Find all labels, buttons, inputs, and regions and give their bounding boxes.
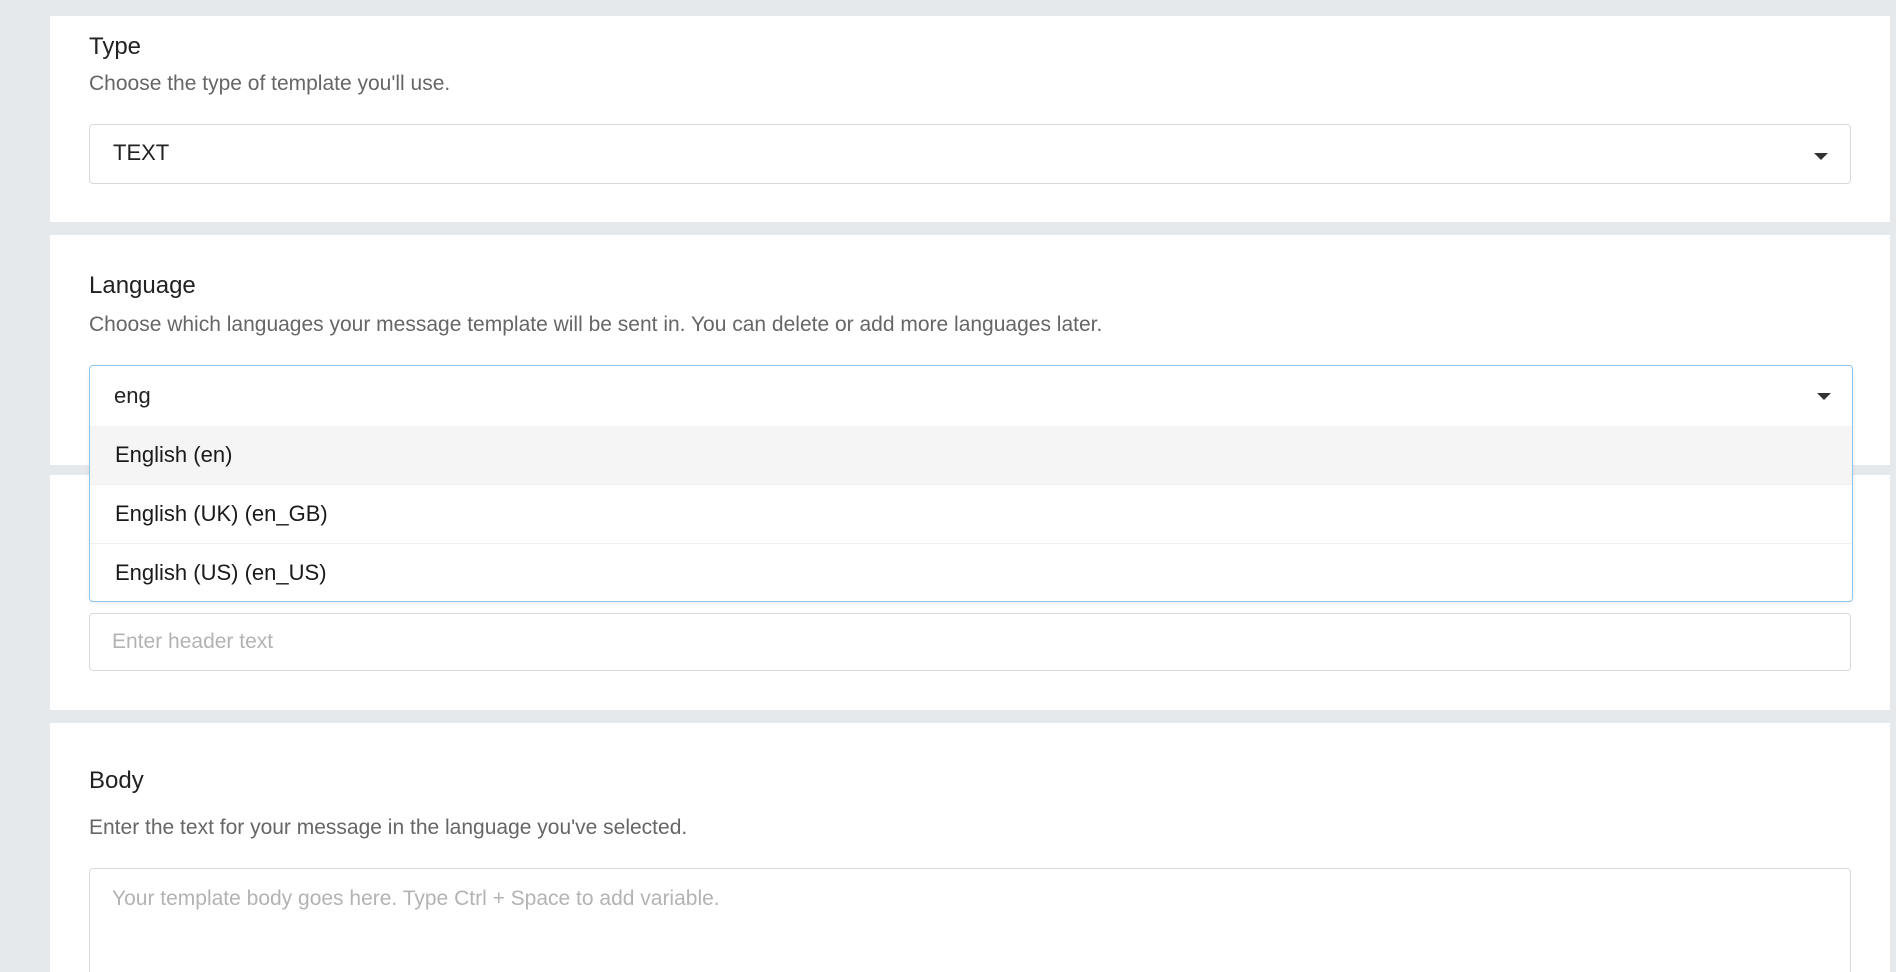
language-option-en[interactable]: English (en) <box>90 426 1852 485</box>
language-description: Choose which languages your message temp… <box>89 313 1103 336</box>
body-description: Enter the text for your message in the l… <box>89 816 688 839</box>
body-title: Body <box>89 767 144 794</box>
caret-down-icon <box>1814 153 1828 160</box>
language-options-list: English (en) English (UK) (en_GB) Englis… <box>90 426 1852 602</box>
template-editor-page: Type Choose the type of template you'll … <box>0 0 1896 972</box>
type-section: Type Choose the type of template you'll … <box>50 16 1890 222</box>
language-title: Language <box>89 272 196 299</box>
body-textarea[interactable] <box>89 868 1851 972</box>
type-title: Type <box>89 33 142 60</box>
header-text-input[interactable] <box>89 613 1851 671</box>
language-option-en-gb[interactable]: English (UK) (en_GB) <box>90 485 1852 544</box>
type-description: Choose the type of template you'll use. <box>89 72 451 95</box>
type-select-value: TEXT <box>113 140 170 165</box>
language-search-input[interactable] <box>90 366 1852 426</box>
language-option-en-us[interactable]: English (US) (en_US) <box>90 544 1852 602</box>
language-combobox[interactable]: English (en) English (UK) (en_GB) Englis… <box>89 365 1853 602</box>
type-select[interactable]: TEXT <box>89 124 1851 184</box>
body-section: Body Enter the text for your message in … <box>50 723 1890 972</box>
caret-down-icon[interactable] <box>1817 393 1831 400</box>
